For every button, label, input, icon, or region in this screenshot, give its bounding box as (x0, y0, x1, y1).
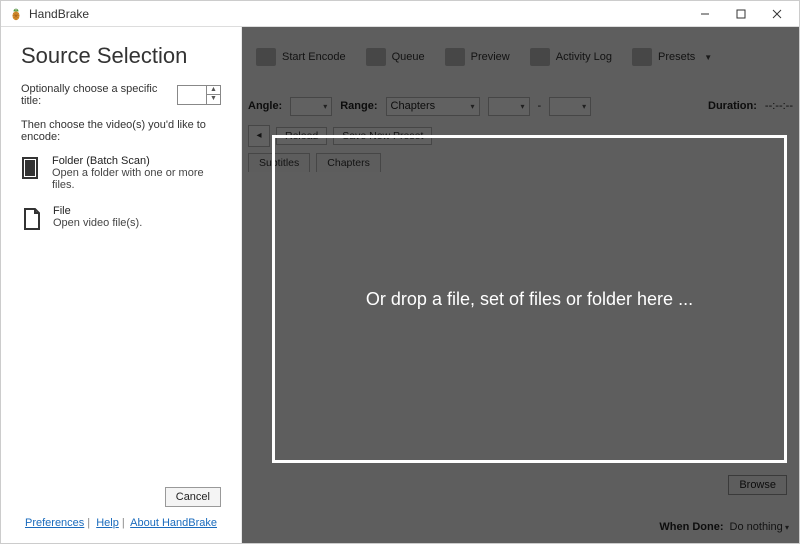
source-file-title: File (53, 205, 142, 217)
drop-zone[interactable]: Or drop a file, set of files or folder h… (272, 135, 787, 463)
help-link[interactable]: Help (96, 517, 119, 529)
main-area: Start Encode Queue Preview Activity Log … (242, 27, 799, 543)
source-file-desc: Open video file(s). (53, 217, 142, 229)
title-step-down[interactable]: ▼ (207, 95, 220, 104)
title-label: Optionally choose a specific title: (21, 83, 169, 107)
app-icon (9, 7, 23, 21)
source-selection-panel: Source Selection Optionally choose a spe… (1, 27, 242, 543)
title-spinner[interactable]: ▲ ▼ (177, 85, 221, 105)
titlebar: HandBrake (1, 1, 799, 27)
file-icon (21, 205, 43, 233)
app-window: HandBrake Source Selection Optionally ch… (0, 0, 800, 544)
panel-heading: Source Selection (21, 43, 221, 69)
close-button[interactable] (759, 1, 795, 26)
minimize-button[interactable] (687, 1, 723, 26)
preferences-link[interactable]: Preferences (25, 517, 84, 529)
folder-icon (21, 155, 42, 183)
title-step-up[interactable]: ▲ (207, 86, 220, 95)
source-folder-option[interactable]: Folder (Batch Scan) Open a folder with o… (21, 155, 221, 191)
about-link[interactable]: About HandBrake (130, 517, 217, 529)
specific-title-row: Optionally choose a specific title: ▲ ▼ (21, 83, 221, 107)
drop-zone-text: Or drop a file, set of files or folder h… (366, 289, 693, 310)
maximize-button[interactable] (723, 1, 759, 26)
source-file-option[interactable]: File Open video file(s). (21, 205, 221, 233)
footer-links: Preferences| Help| About HandBrake (21, 513, 221, 533)
source-folder-title: Folder (Batch Scan) (52, 155, 221, 167)
cancel-button[interactable]: Cancel (165, 487, 221, 507)
title-input[interactable] (178, 86, 206, 104)
app-title: HandBrake (29, 7, 89, 21)
titlebar-left: HandBrake (9, 7, 89, 21)
source-folder-desc: Open a folder with one or more files. (52, 167, 221, 191)
window-controls (687, 1, 795, 26)
instruction-text: Then choose the video(s) you'd like to e… (21, 119, 221, 143)
